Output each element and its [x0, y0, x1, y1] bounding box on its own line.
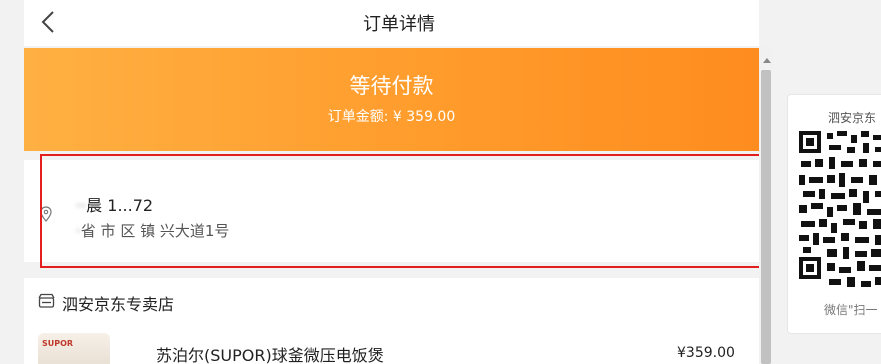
store-name[interactable]: 泗安京东专卖店: [62, 291, 174, 315]
order-status-banner: 等待付款 订单金额: ¥ 359.00: [24, 48, 759, 151]
recipient-name-phone: ··晨 1...72: [76, 196, 154, 215]
qr-panel-caption: 微信"扫一: [824, 303, 878, 317]
nav-bar: 订单详情: [24, 0, 759, 46]
scrollbar[interactable]: [759, 46, 773, 364]
location-pin-icon: [40, 206, 52, 222]
order-amount-value: ¥ 359.00: [392, 109, 456, 125]
product-title[interactable]: 苏泊尔(SUPOR)球釜微压电饭煲: [156, 342, 384, 364]
redacted-text: ··: [76, 196, 87, 215]
shipping-address-card[interactable]: ··晨 1...72 ·省 市 区 镇 兴大道1号: [24, 160, 759, 262]
page-title: 订单详情: [363, 14, 435, 35]
order-status: 等待付款: [349, 74, 434, 98]
product-image[interactable]: SUPOR: [38, 333, 110, 364]
store-icon: [38, 293, 55, 308]
recipient-address: ·省 市 区 镇 兴大道1号: [76, 222, 230, 240]
qr-code-icon: [799, 131, 881, 291]
scroll-up-arrow-icon[interactable]: [763, 58, 771, 63]
qr-code-panel: 泗安京东 微信"扫一: [787, 94, 881, 334]
order-amount: 订单金额: ¥ 359.00: [24, 106, 759, 126]
product-price: ¥359.00: [677, 345, 735, 361]
scrollbar-thumb[interactable]: [761, 70, 771, 364]
order-detail-page: 订单详情 等待付款 订单金额: ¥ 359.00 ··晨 1...72 ·省 市…: [24, 0, 759, 364]
product-brand-badge: SUPOR: [42, 339, 74, 348]
order-amount-label: 订单金额:: [327, 109, 389, 125]
store-section: 泗安京东专卖店 SUPOR 苏泊尔(SUPOR)球釜微压电饭煲 ¥359.00: [24, 278, 759, 364]
redacted-text: ·: [76, 222, 81, 240]
qr-panel-title: 泗安京东: [828, 111, 877, 125]
